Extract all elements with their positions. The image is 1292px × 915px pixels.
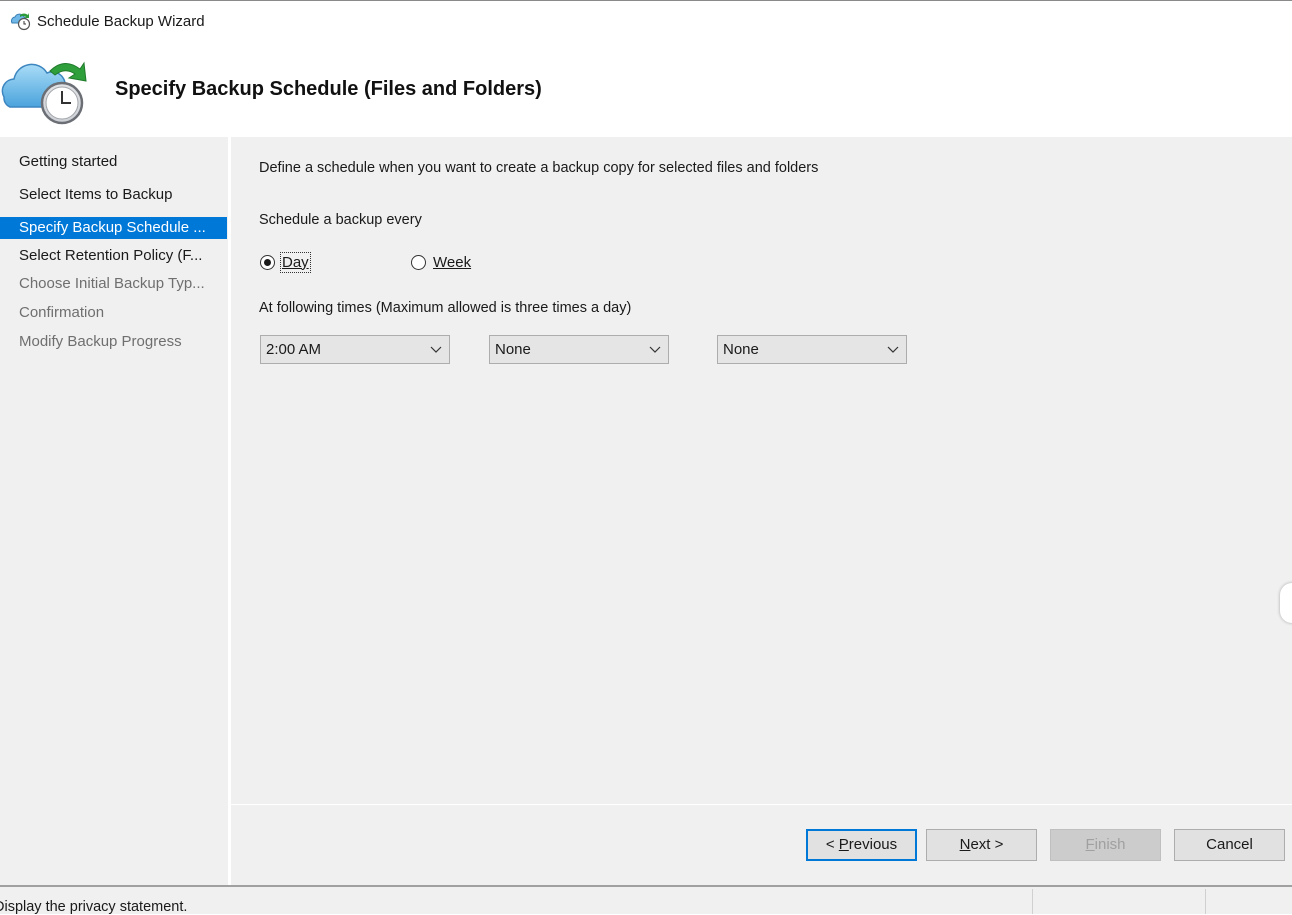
nav-item-initial-backup-type: Choose Initial Backup Typ... xyxy=(19,275,205,292)
finish-button-accel: F xyxy=(1085,836,1095,853)
wizard-header: Specify Backup Schedule (Files and Folde… xyxy=(0,41,1292,137)
time-select-1-value: 2:00 AM xyxy=(266,341,322,358)
time-select-2[interactable]: None xyxy=(489,335,669,364)
window-title: Schedule Backup Wizard xyxy=(37,13,205,30)
week-radio-label[interactable]: Week xyxy=(433,254,471,271)
previous-button-rest: revious xyxy=(848,836,898,853)
day-radio-indicator[interactable] xyxy=(260,254,275,270)
nav-item-specify-schedule[interactable]: Specify Backup Schedule ... xyxy=(0,217,227,239)
next-button-rest: ext > xyxy=(970,836,1004,853)
main-panel: Define a schedule when you want to creat… xyxy=(231,137,1292,804)
chevron-down-icon xyxy=(430,346,442,353)
times-label: At following times (Maximum allowed is t… xyxy=(259,300,632,316)
time-select-1[interactable]: 2:00 AM xyxy=(260,335,450,364)
time-select-3-value: None xyxy=(723,341,759,358)
status-divider-2 xyxy=(1205,889,1206,914)
backup-schedule-icon xyxy=(1,61,87,125)
finish-button: Finish xyxy=(1050,829,1161,861)
backup-app-icon xyxy=(10,13,31,31)
nav-item-modify-progress: Modify Backup Progress xyxy=(19,333,182,350)
title-bar: Schedule Backup Wizard xyxy=(0,1,1292,41)
cancel-button[interactable]: Cancel xyxy=(1174,829,1285,861)
status-divider-1 xyxy=(1032,889,1033,914)
nav-item-confirmation: Confirmation xyxy=(19,304,105,321)
schedule-every-label: Schedule a backup every xyxy=(259,212,422,228)
nav-item-select-items[interactable]: Select Items to Backup xyxy=(0,184,227,206)
status-bar: Display the privacy statement. xyxy=(0,887,1292,915)
wizard-footer: < Previous Next > Finish Cancel xyxy=(231,805,1292,885)
page-heading: Specify Backup Schedule (Files and Folde… xyxy=(115,78,542,100)
time-select-2-value: None xyxy=(495,341,531,358)
privacy-statement-link[interactable]: Display the privacy statement. xyxy=(0,899,187,915)
day-radio-label[interactable]: Day xyxy=(280,251,311,273)
day-radio[interactable]: Day xyxy=(260,251,311,273)
finish-button-rest: inish xyxy=(1094,836,1126,853)
next-button-accel: N xyxy=(959,836,971,853)
previous-button[interactable]: < Previous xyxy=(806,829,917,861)
nav-item-retention-policy[interactable]: Select Retention Policy (F... xyxy=(0,245,227,267)
previous-button-prefix: < xyxy=(825,836,839,853)
side-panel-handle[interactable] xyxy=(1280,583,1292,623)
schedule-description: Define a schedule when you want to creat… xyxy=(259,160,819,176)
nav-item-getting-started[interactable]: Getting started xyxy=(0,151,227,173)
time-select-3[interactable]: None xyxy=(717,335,907,364)
wizard-steps-nav: Getting started Select Items to Backup S… xyxy=(0,137,228,885)
next-button[interactable]: Next > xyxy=(926,829,1037,861)
chevron-down-icon xyxy=(649,346,661,353)
chevron-down-icon xyxy=(887,346,899,353)
week-radio-indicator[interactable] xyxy=(411,254,426,270)
week-radio[interactable]: Week xyxy=(411,251,471,273)
previous-button-accel: P xyxy=(838,836,849,853)
